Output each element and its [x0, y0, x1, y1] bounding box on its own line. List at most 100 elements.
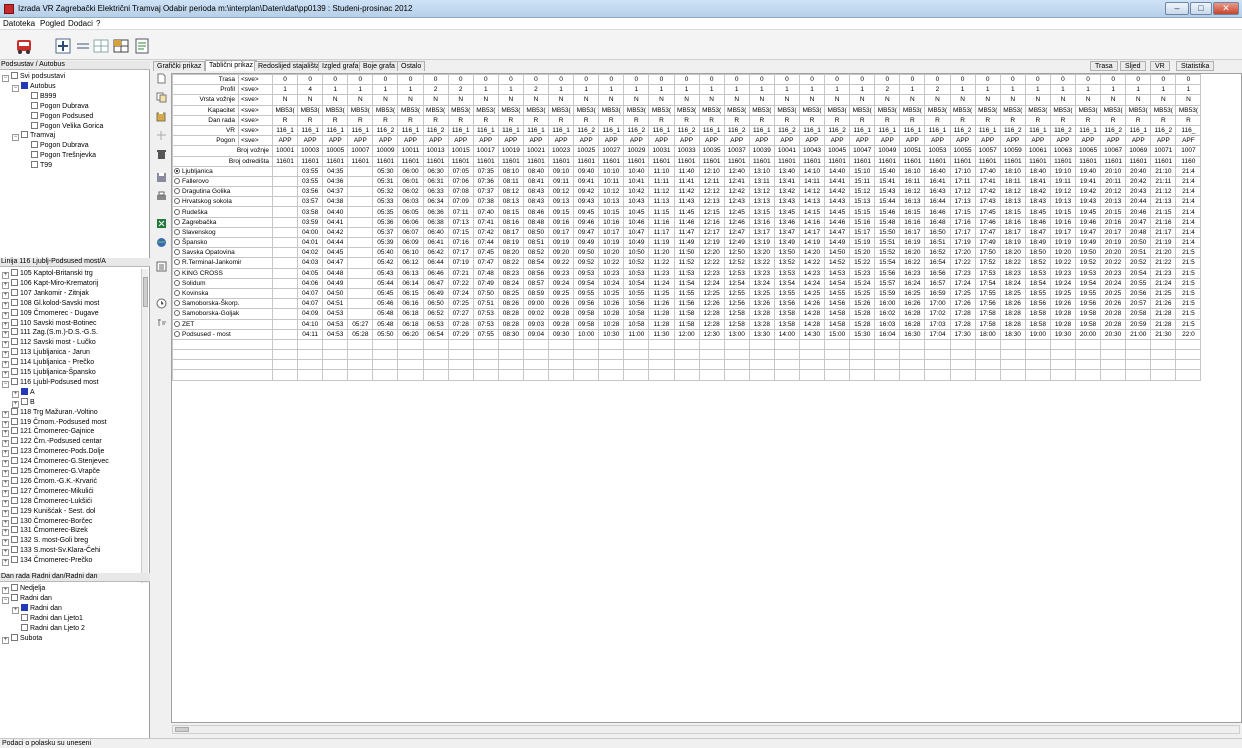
checkbox[interactable]: [11, 368, 18, 375]
grid-cell[interactable]: 116_2: [824, 124, 851, 137]
grid-cell[interactable]: 1: [1175, 84, 1202, 96]
time-cell[interactable]: 16:10: [899, 165, 926, 177]
time-cell[interactable]: 13:10: [748, 165, 775, 177]
radio-button[interactable]: [174, 177, 180, 184]
time-cell[interactable]: 14:54: [824, 277, 851, 289]
grid-cell[interactable]: R: [548, 114, 575, 126]
time-cell[interactable]: 16:57: [924, 277, 951, 289]
time-cell[interactable]: 09:53: [573, 267, 600, 279]
checkbox[interactable]: [11, 269, 18, 276]
time-cell[interactable]: 07:50: [472, 287, 499, 300]
time-cell[interactable]: [924, 338, 951, 351]
grid-cell[interactable]: APP: [548, 135, 575, 147]
grid-cell[interactable]: 1: [1125, 84, 1152, 96]
time-cell[interactable]: [1024, 338, 1051, 351]
time-cell[interactable]: 08:46: [522, 206, 550, 218]
grid-cell[interactable]: 116_1: [1024, 124, 1051, 137]
radio-button[interactable]: [174, 188, 180, 195]
grid-cell[interactable]: R: [899, 114, 926, 126]
time-cell[interactable]: [723, 369, 750, 381]
checkbox[interactable]: [11, 496, 18, 504]
time-cell[interactable]: 20:28: [1100, 318, 1127, 330]
grid-cell[interactable]: 116_1: [899, 124, 926, 137]
grid-cell[interactable]: R: [422, 114, 449, 126]
time-cell[interactable]: [522, 349, 550, 361]
time-cell[interactable]: 05:33: [372, 196, 399, 208]
grid-cell[interactable]: 11601: [648, 155, 675, 167]
time-cell[interactable]: [397, 338, 424, 351]
grid-cell[interactable]: MB53(: [548, 104, 575, 116]
time-cell[interactable]: 16:48: [924, 216, 951, 228]
sort-icon[interactable]: [156, 317, 167, 328]
time-cell[interactable]: 07:40: [472, 206, 499, 218]
time-cell[interactable]: 11:12: [648, 186, 675, 198]
radio-button[interactable]: [174, 198, 180, 205]
grid-cell[interactable]: 1: [673, 84, 700, 96]
grid-cell[interactable]: 0: [573, 74, 600, 86]
tree-item[interactable]: Pogon Dubrava: [22, 141, 89, 150]
grid-cell[interactable]: 1: [1049, 84, 1077, 96]
grid-cell[interactable]: MB53(: [1074, 104, 1102, 116]
time-cell[interactable]: [347, 165, 374, 177]
time-cell[interactable]: 04:48: [322, 267, 349, 279]
time-cell[interactable]: 18:58: [1024, 308, 1051, 320]
time-cell[interactable]: 06:53: [422, 318, 449, 330]
time-cell[interactable]: 21:19: [1150, 236, 1177, 249]
time-cell[interactable]: 18:46: [1024, 216, 1051, 228]
time-cell[interactable]: [748, 338, 775, 351]
checkbox[interactable]: [11, 377, 18, 385]
time-cell[interactable]: [271, 226, 299, 239]
station-cell[interactable]: Samoborska-Škorp.: [172, 298, 273, 310]
time-cell[interactable]: 07:16: [447, 236, 474, 249]
grid-cell[interactable]: 116_2: [773, 124, 800, 137]
time-cell[interactable]: 13:58: [773, 308, 800, 320]
time-cell[interactable]: 14:25: [798, 287, 826, 300]
tree-item[interactable]: +127 Črnomerec-Mikulići: [2, 486, 94, 497]
grid-cell[interactable]: 10067: [1100, 145, 1127, 157]
time-cell[interactable]: [347, 349, 374, 361]
time-cell[interactable]: 15:23: [849, 267, 876, 279]
grid-cell[interactable]: APP: [623, 135, 650, 147]
time-cell[interactable]: 09:11: [548, 175, 575, 188]
time-cell[interactable]: [322, 338, 349, 351]
grid-cell[interactable]: APP: [1125, 135, 1152, 147]
time-cell[interactable]: 10:19: [598, 236, 625, 249]
time-cell[interactable]: 16:51: [924, 236, 951, 249]
time-cell[interactable]: 14:53: [824, 267, 851, 279]
grid-cell[interactable]: N: [849, 94, 876, 106]
station-cell[interactable]: Ljubljanica: [172, 165, 273, 177]
grid-cell[interactable]: 0: [798, 74, 826, 86]
time-cell[interactable]: 11:43: [673, 196, 700, 208]
time-cell[interactable]: 08:19: [497, 236, 524, 249]
grid-cell[interactable]: N: [949, 94, 976, 106]
grid-cell[interactable]: MB53(: [271, 104, 299, 116]
time-cell[interactable]: 06:41: [422, 236, 449, 249]
grid-cell[interactable]: 10059: [999, 145, 1026, 157]
time-cell[interactable]: 10:16: [598, 216, 625, 228]
time-cell[interactable]: 20:57: [1125, 298, 1152, 310]
time-cell[interactable]: [297, 359, 324, 371]
time-cell[interactable]: 05:30: [372, 165, 399, 177]
grid-cell[interactable]: R: [1175, 114, 1202, 126]
time-cell[interactable]: 11:15: [648, 206, 675, 218]
grid-cell[interactable]: N: [698, 94, 725, 106]
time-cell[interactable]: 11:28: [648, 308, 675, 320]
time-cell[interactable]: 13:17: [748, 226, 775, 239]
time-cell[interactable]: 15:12: [849, 186, 876, 198]
grid-cell[interactable]: 11601: [271, 155, 299, 167]
grid-cell[interactable]: 1: [598, 84, 625, 96]
time-cell[interactable]: 16:15: [899, 206, 926, 218]
grid-cell[interactable]: R: [497, 114, 524, 126]
time-cell[interactable]: [723, 338, 750, 351]
time-cell[interactable]: 17:30: [949, 328, 976, 340]
time-cell[interactable]: 18:43: [1024, 196, 1051, 208]
checkbox[interactable]: [21, 387, 28, 395]
time-cell[interactable]: [372, 359, 399, 371]
time-cell[interactable]: 08:51: [522, 236, 550, 249]
time-cell[interactable]: [974, 369, 1001, 381]
tree-item[interactable]: +134 Črnomerec-Prečko: [2, 556, 92, 567]
grid-cell[interactable]: 1007: [1175, 145, 1202, 157]
checkbox[interactable]: [11, 467, 18, 474]
time-cell[interactable]: 11:16: [648, 216, 675, 228]
grid-cell[interactable]: 0: [347, 74, 374, 86]
